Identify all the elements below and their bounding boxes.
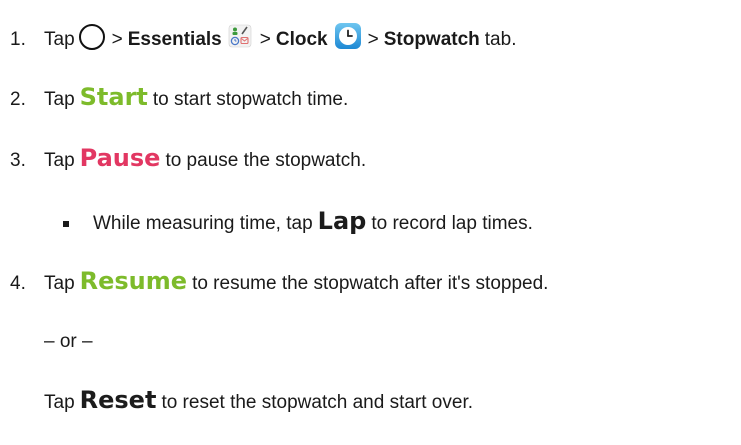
bullet-marker	[63, 221, 69, 227]
pause-button-label: Pause	[79, 144, 161, 172]
step-text: Tap Reset to reset the stopwatch and sta…	[44, 383, 473, 423]
clock-app-icon	[334, 23, 361, 49]
bullet-text: While measuring time, tap Lap to record …	[93, 204, 533, 244]
tap-text: Tap	[44, 29, 75, 50]
step-description: to reset the stopwatch and start over.	[161, 392, 473, 413]
separator: >	[367, 29, 379, 50]
separator: >	[259, 29, 271, 50]
tap-text: Tap	[44, 273, 75, 294]
step-number: 1.	[10, 29, 26, 50]
resume-button-label: Resume	[79, 267, 188, 295]
start-button-label: Start	[79, 83, 148, 111]
tab-text: tab.	[484, 29, 517, 50]
step-number: 3.	[10, 150, 26, 171]
tap-text: Tap	[44, 150, 75, 171]
step-description: to record lap times.	[371, 213, 533, 234]
bullet-prefix: While measuring time, tap	[93, 213, 313, 234]
essentials-folder-icon	[228, 24, 252, 48]
reset-button-label: Reset	[79, 386, 157, 414]
step-number: 4.	[10, 273, 26, 294]
separator: >	[111, 29, 123, 50]
lap-button-label: Lap	[317, 207, 367, 235]
home-circle-icon	[78, 24, 105, 50]
step-text: Tap Resume to resume the stopwatch after…	[44, 264, 548, 304]
stopwatch-label: Stopwatch	[383, 29, 480, 50]
step-text: Tap Pause to pause the stopwatch.	[44, 141, 366, 181]
clock-label: Clock	[275, 29, 328, 50]
step-text: Tap > Essentials > Clock > Stopwatch tab…	[44, 20, 516, 60]
bullet-step: While measuring time, tap Lap to record …	[0, 204, 741, 244]
tap-text: Tap	[44, 89, 75, 110]
step-number: 2.	[10, 89, 26, 110]
step-description: to resume the stopwatch after it's stopp…	[192, 273, 549, 294]
essentials-label: Essentials	[127, 29, 222, 50]
step-text: Tap Start to start stopwatch time.	[44, 80, 348, 120]
step-description: to start stopwatch time.	[152, 89, 349, 110]
or-text: – or –	[44, 331, 93, 352]
step-description: to pause the stopwatch.	[165, 150, 367, 171]
tap-text: Tap	[44, 392, 75, 413]
